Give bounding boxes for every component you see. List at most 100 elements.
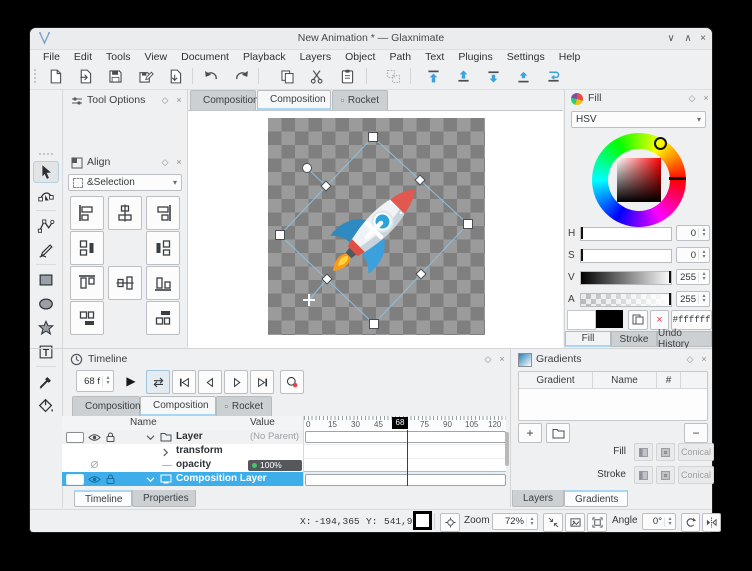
name-column-header[interactable]: Name [130, 417, 157, 428]
eye-icon[interactable] [88, 475, 101, 484]
menu-plugins[interactable]: Plugins [451, 51, 499, 63]
ellipse-tool[interactable] [33, 293, 59, 315]
timeline-tab-composition-1[interactable]: Composition [72, 396, 140, 416]
flip-view-button[interactable] [702, 513, 721, 532]
title-bar[interactable]: New Animation * — Glaxnimate ∨ ∧ × [30, 28, 712, 50]
canvas-scene[interactable] [268, 118, 485, 335]
close-panel-icon[interactable]: × [698, 353, 710, 365]
copy-color-button[interactable] [628, 310, 648, 330]
layer-top-button[interactable] [422, 65, 444, 87]
menu-view[interactable]: View [138, 51, 175, 63]
hue-slider[interactable] [580, 227, 672, 241]
align-v-bottom-button[interactable] [146, 266, 180, 300]
gradients-table[interactable]: Gradient Name # [518, 371, 708, 421]
next-frame-button[interactable] [224, 370, 248, 394]
menu-file[interactable]: File [36, 51, 67, 63]
saturation-value-square[interactable] [617, 158, 661, 202]
group-button[interactable] [382, 65, 404, 87]
chevron-down-icon[interactable] [146, 434, 155, 441]
close-panel-icon[interactable]: × [496, 353, 508, 365]
add-gradient-button[interactable]: + [518, 423, 542, 443]
layer-color-swatch[interactable] [66, 432, 84, 443]
secondary-color-swatch[interactable] [596, 310, 623, 328]
align-v-outside-bottom-button[interactable] [70, 301, 104, 335]
saturation-spinbox[interactable]: 0▴▾ [676, 247, 710, 263]
canvas-tab-composition-2[interactable]: Composition [257, 90, 331, 110]
hue-marker[interactable] [669, 177, 686, 180]
go-last-frame-button[interactable] [250, 370, 274, 394]
stroke-linear-gradient-button[interactable] [634, 466, 653, 484]
align-h-right-button[interactable] [146, 196, 180, 230]
stroke-radial-gradient-button[interactable] [656, 466, 675, 484]
value-spinbox[interactable]: 255▴▾ [676, 269, 710, 285]
dock-tab-properties[interactable]: Properties [132, 490, 196, 507]
menu-path[interactable]: Path [382, 51, 418, 63]
edit-nodes-tool[interactable] [33, 185, 59, 207]
close-panel-icon[interactable]: × [173, 156, 185, 168]
draw-freehand-tool[interactable] [33, 239, 59, 261]
timeline-tab-composition-2[interactable]: Composition [140, 396, 216, 416]
fill-radial-gradient-button[interactable] [656, 443, 675, 461]
export-button[interactable] [164, 65, 186, 87]
primary-color-swatch[interactable] [567, 310, 596, 330]
align-v-center-button[interactable] [108, 266, 142, 300]
dock-tab-timeline[interactable]: Timeline [74, 490, 132, 507]
layer-row[interactable]: Layer (No Parent) [62, 430, 303, 445]
canvas-tab-rocket[interactable]: Rocket [332, 90, 388, 110]
zoom-fit-button[interactable] [543, 513, 563, 532]
float-panel-icon[interactable]: ◇ [684, 353, 696, 365]
float-panel-icon[interactable]: ◇ [159, 94, 171, 106]
align-h-left-button[interactable] [70, 196, 104, 230]
opacity-row[interactable]: opacity 100% [62, 458, 303, 473]
menu-tools[interactable]: Tools [99, 51, 138, 63]
cut-button[interactable] [306, 65, 328, 87]
align-h-center-button[interactable] [108, 196, 142, 230]
redo-button[interactable] [230, 65, 252, 87]
canvas-tab-composition-1[interactable]: Composition [190, 90, 256, 110]
color-picker-tool[interactable] [33, 371, 59, 393]
close-panel-icon[interactable]: × [700, 92, 712, 104]
menu-object[interactable]: Object [338, 51, 382, 63]
opacity-value-chip[interactable]: 100% [248, 460, 302, 471]
transform-row[interactable]: transform [62, 444, 303, 459]
open-preset-button[interactable] [546, 423, 570, 443]
eye-icon[interactable] [88, 433, 101, 442]
save-button[interactable] [104, 65, 126, 87]
layer-move-button[interactable] [542, 65, 564, 87]
loop-button[interactable] [146, 370, 170, 394]
select-tool[interactable] [33, 161, 59, 183]
fill-linear-gradient-button[interactable] [634, 443, 653, 461]
layer-lower-button[interactable] [482, 65, 504, 87]
record-keyframe-button[interactable] [280, 370, 304, 394]
zoom-spinbox[interactable]: 72%▴▾ [492, 513, 538, 530]
composition-layer-row[interactable]: Composition Layer [62, 472, 303, 486]
undo-button[interactable] [200, 65, 222, 87]
menu-layers[interactable]: Layers [293, 51, 339, 63]
layer-color-swatch[interactable] [66, 474, 84, 485]
timeline-tab-rocket[interactable]: Rocket [216, 396, 272, 416]
hue-spinbox[interactable]: 0▴▾ [676, 225, 710, 241]
zoom-original-button[interactable] [565, 513, 585, 532]
count-column-header[interactable]: # [657, 372, 681, 388]
toolbar-handle[interactable] [34, 69, 39, 83]
float-panel-icon[interactable]: ◇ [482, 353, 494, 365]
hex-color-input[interactable]: #ffffff [671, 310, 712, 330]
maximize-button[interactable]: ∧ [681, 32, 695, 46]
lock-icon[interactable] [106, 432, 115, 442]
menu-playback[interactable]: Playback [236, 51, 293, 63]
float-panel-icon[interactable]: ◇ [686, 92, 698, 104]
name-column-header[interactable]: Name [593, 372, 657, 388]
hue-selector[interactable] [654, 137, 667, 150]
align-relative-select[interactable]: &Selection ▾ [68, 174, 182, 191]
current-color-indicator[interactable] [413, 511, 432, 530]
align-h-outside-right-button[interactable] [70, 231, 104, 265]
paste-button[interactable] [336, 65, 358, 87]
tools-handle[interactable] [39, 153, 53, 157]
open-button[interactable] [74, 65, 96, 87]
alpha-spinbox[interactable]: 255▴▾ [676, 291, 710, 307]
align-h-outside-left-button[interactable] [146, 231, 180, 265]
tab-stroke[interactable]: Stroke [611, 331, 657, 347]
float-panel-icon[interactable]: ◇ [159, 156, 171, 168]
lock-icon[interactable] [106, 474, 115, 484]
value-slider[interactable] [580, 271, 672, 285]
